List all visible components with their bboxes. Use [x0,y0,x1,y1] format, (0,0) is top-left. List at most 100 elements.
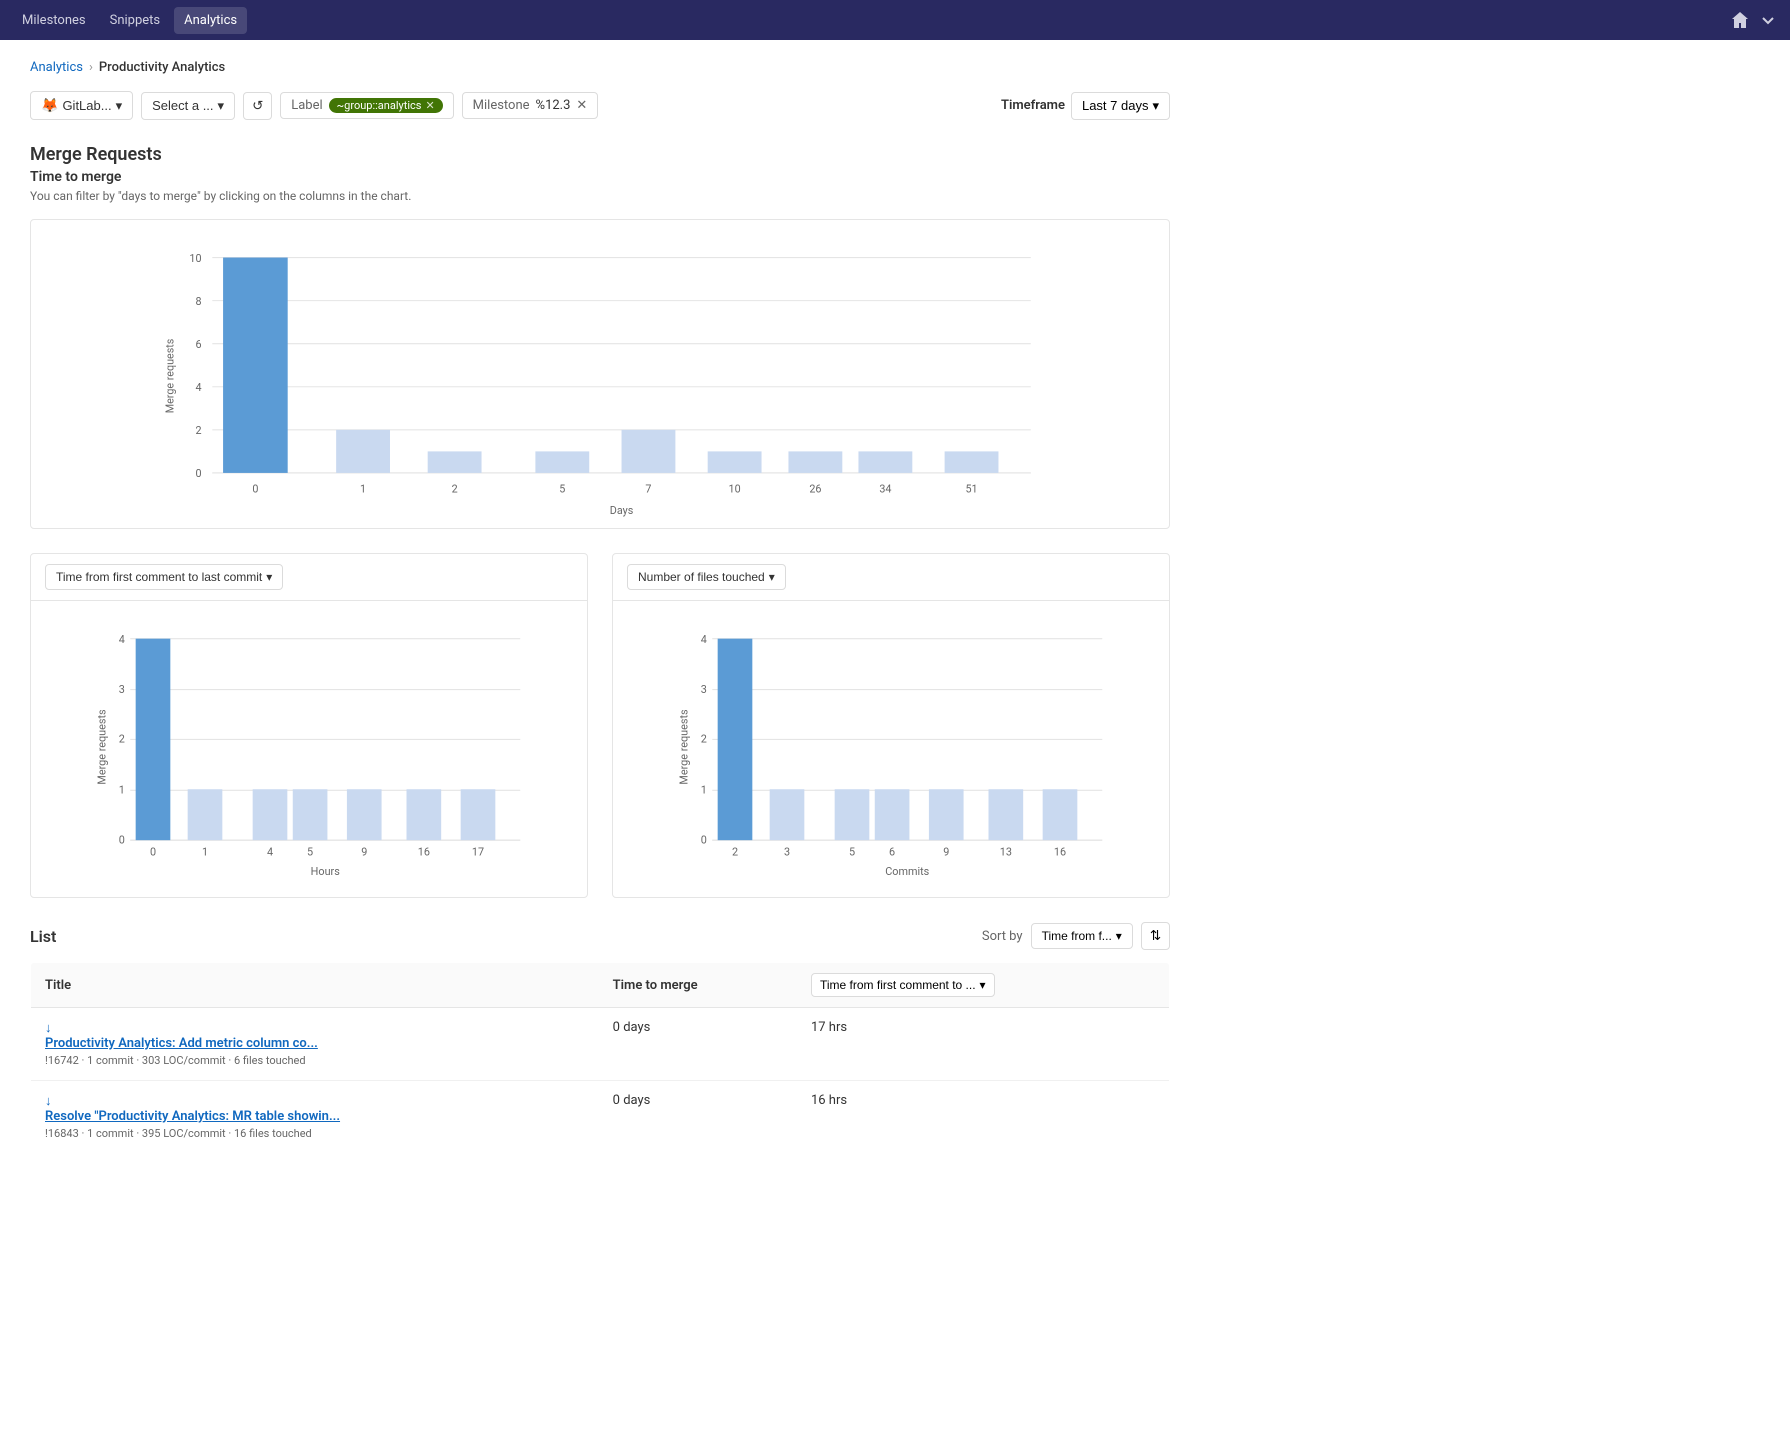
svg-text:26: 26 [809,482,821,495]
milestone-filter-text: Milestone [473,98,530,113]
col-time-from-comment-header: Time from first comment to ... ▾ [797,963,1170,1008]
main-chart-svg: Merge requests 10 8 6 4 2 0 0 [47,236,1153,516]
bar-2[interactable] [428,451,482,473]
timeframe-chevron-icon: ▾ [1152,98,1159,114]
row2-mr-icon: ↓ [45,1094,52,1109]
svg-text:0: 0 [119,833,125,846]
left-bar-5[interactable] [293,789,328,840]
select-filter-btn[interactable]: Select a ... ▾ [141,92,235,120]
svg-text:3: 3 [119,683,125,696]
bar-34[interactable] [858,451,912,473]
right-bar-9[interactable] [929,789,964,840]
breadcrumb-separator: › [89,60,93,75]
svg-text:4: 4 [195,381,201,394]
left-bar-0[interactable] [136,639,171,841]
list-header: List Sort by Time from f... ▾ ⇅ [30,922,1170,950]
svg-text:1: 1 [701,784,707,797]
project-filter-label: GitLab... [62,98,111,113]
bar-7[interactable] [622,430,676,473]
left-chart-chevron-icon: ▾ [266,570,272,584]
svg-text:0: 0 [701,833,707,846]
row2-time-to-merge: 0 days [599,1081,797,1154]
table-row: ↓ Resolve "Productivity Analytics: MR ta… [31,1081,1170,1154]
sort-filter-icon: ⇅ [1150,928,1161,943]
svg-text:5: 5 [849,845,855,858]
left-bar-17[interactable] [461,789,496,840]
label-tag-value: ~group::analytics [337,99,422,112]
milestone-tag-value: %12.3 [536,98,571,113]
right-bar-6[interactable] [875,789,910,840]
sort-dropdown-btn[interactable]: Time from f... ▾ [1031,923,1133,949]
right-chart-dropdown[interactable]: Number of files touched ▾ [627,564,786,590]
svg-text:9: 9 [943,845,949,858]
right-bar-3[interactable] [770,789,805,840]
right-bar-5[interactable] [835,789,870,840]
svg-text:1: 1 [202,845,208,858]
svg-text:6: 6 [195,338,201,351]
svg-text:0: 0 [150,845,156,858]
breadcrumb-parent[interactable]: Analytics [30,60,83,75]
top-navigation: Milestones Snippets Analytics [0,0,1790,40]
svg-text:2: 2 [195,424,201,437]
right-chart-label: Number of files touched [638,570,765,584]
left-bar-4[interactable] [253,789,288,840]
left-bar-9[interactable] [347,789,382,840]
svg-text:5: 5 [559,482,565,495]
nav-snippets[interactable]: Snippets [100,7,171,34]
milestone-tag-close[interactable]: ✕ [576,98,587,113]
col-time-to-merge-header: Time to merge [599,963,797,1008]
chevron-down-icon[interactable] [1758,10,1778,30]
timeframe-btn[interactable]: Last 7 days ▾ [1071,92,1170,120]
bar-26[interactable] [788,451,842,473]
home-icon[interactable] [1730,10,1750,30]
table-header-row: Title Time to merge Time from first comm… [31,963,1170,1008]
timeframe-value: Last 7 days [1082,98,1149,113]
left-chart-dropdown[interactable]: Time from first comment to last commit ▾ [45,564,283,590]
row1-title-cell: ↓ Productivity Analytics: Add metric col… [31,1008,599,1081]
breadcrumb-current: Productivity Analytics [99,60,225,75]
bar-10[interactable] [708,451,762,473]
bar-51[interactable] [945,451,999,473]
svg-text:Hours: Hours [311,865,341,877]
left-chart-label: Time from first comment to last commit [56,570,262,584]
label-tag-close[interactable]: ✕ [425,99,434,112]
right-chart-body: Merge requests 4 3 2 1 0 2 [613,601,1169,897]
section-title: Merge Requests [30,144,1170,165]
row2-mr-title[interactable]: Resolve "Productivity Analytics: MR tabl… [45,1109,585,1124]
nav-milestones[interactable]: Milestones [12,7,96,34]
row2-time-from-comment: 16 hrs [797,1081,1170,1154]
col-time-from-comment-dropdown[interactable]: Time from first comment to ... ▾ [811,973,995,997]
right-chart-header: Number of files touched ▾ [613,554,1169,601]
row1-mr-title[interactable]: Productivity Analytics: Add metric colum… [45,1036,585,1051]
nav-analytics[interactable]: Analytics [174,7,247,34]
breadcrumb: Analytics › Productivity Analytics [30,60,1170,75]
row2-title-cell: ↓ Resolve "Productivity Analytics: MR ta… [31,1081,599,1154]
milestone-filter: Milestone %12.3 ✕ [462,92,599,119]
bar-5[interactable] [535,451,589,473]
filter-reset-btn[interactable]: ↺ [243,92,272,120]
col-header-label: Time from first comment to ... [820,978,976,992]
sort-filter-direction-btn[interactable]: ⇅ [1141,922,1170,950]
row1-time-to-merge: 0 days [599,1008,797,1081]
svg-text:4: 4 [267,845,273,858]
time-to-merge-chart: Merge requests 10 8 6 4 2 0 0 [30,219,1170,529]
project-filter-btn[interactable]: 🦊 GitLab... ▾ [30,91,133,120]
timeframe-filter: Timeframe Last 7 days ▾ [1001,92,1170,120]
col-chevron-icon: ▾ [980,978,986,992]
right-bar-16[interactable] [1043,789,1078,840]
sort-option-label: Time from f... [1042,929,1112,943]
sort-by-label: Sort by [982,929,1023,944]
right-bar-2[interactable] [718,639,753,841]
left-bar-16[interactable] [407,789,442,840]
label-filter-text: Label [291,98,322,113]
svg-text:1: 1 [360,482,366,495]
sort-area: Sort by Time from f... ▾ ⇅ [982,922,1170,950]
svg-text:34: 34 [879,482,891,495]
reset-icon: ↺ [252,98,263,113]
bar-0[interactable] [223,258,288,473]
left-bar-1[interactable] [188,789,223,840]
right-bar-13[interactable] [989,789,1024,840]
svg-text:Commits: Commits [885,865,929,877]
bar-1[interactable] [336,430,390,473]
left-chart-svg: Merge requests 4 3 2 1 0 0 [47,617,571,877]
